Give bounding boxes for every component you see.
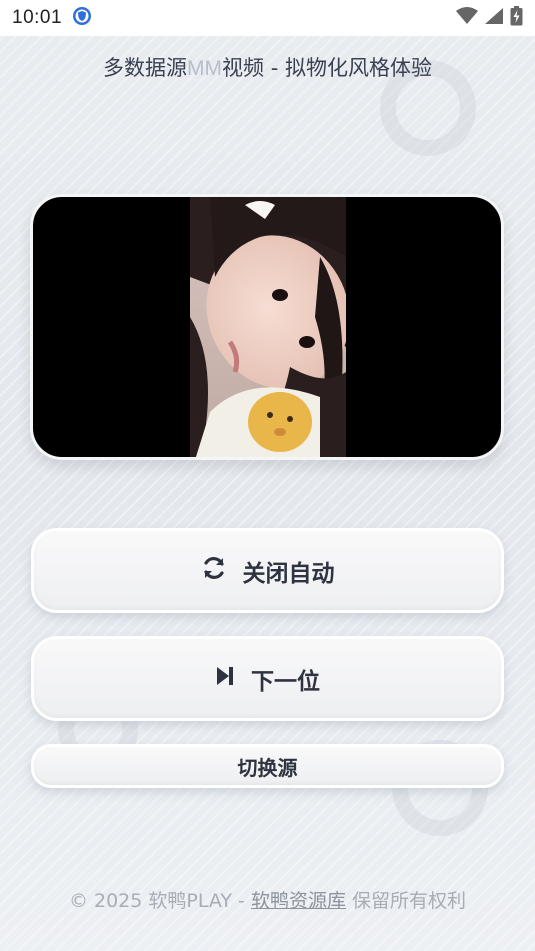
signal-icon [484,7,504,29]
next-label: 下一位 [251,668,320,695]
wifi-icon [456,7,478,29]
footer-resource-link[interactable]: 软鸭资源库 [251,890,346,912]
footer: © 2025 软鸭PLAY - 软鸭资源库 保留所有权利 [0,886,535,913]
footer-suffix: 保留所有权利 [345,890,467,912]
battery-charging-icon [510,6,523,30]
switch-source-label: 切换源 [237,755,298,780]
shield-notification-icon [72,6,92,30]
refresh-icon [201,555,227,587]
toggle-auto-button[interactable]: 关闭自动 [31,528,504,613]
switch-source-button[interactable]: 切换源 [31,744,504,788]
video-frame [190,197,346,457]
next-button[interactable]: 下一位 [31,636,504,721]
video-player[interactable] [30,194,504,460]
title-suffix: 视频 - 拟物化风格体验 [222,56,432,80]
page-title: 多数据源MM视频 - 拟物化风格体验 [0,52,535,82]
footer-prefix: © 2025 软鸭PLAY - [68,890,251,912]
toggle-auto-label: 关闭自动 [242,560,335,587]
video-frame-image [190,197,346,457]
title-mm: MM [187,57,223,80]
status-bar: 10:01 [0,0,535,36]
skip-next-icon [215,665,235,693]
status-time: 10:01 [12,7,63,28]
title-prefix: 多数据源 [103,56,188,80]
